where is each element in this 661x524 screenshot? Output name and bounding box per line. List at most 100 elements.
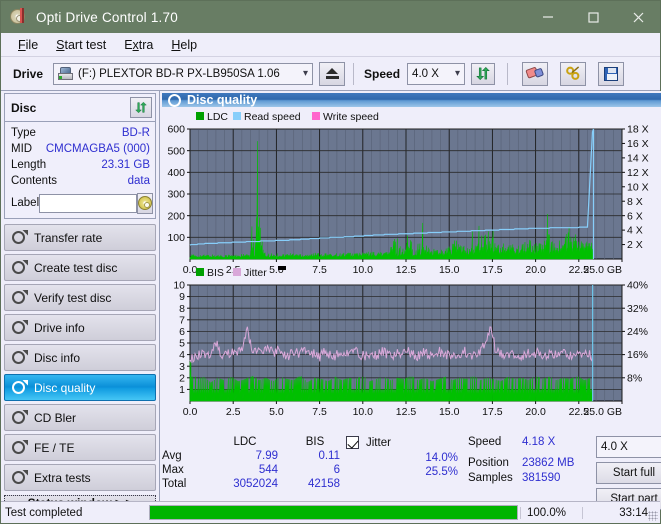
svg-text:15.0: 15.0 xyxy=(439,406,460,418)
sidebar-item-label: Verify test disc xyxy=(34,290,112,305)
eraser-icon xyxy=(524,64,545,82)
sidebar-item-drive-info[interactable]: Drive info xyxy=(4,314,156,341)
stats-area: LDC BIS Avg 7.99 0.11 Max 544 6 Total 30… xyxy=(162,432,661,510)
minimize-button[interactable] xyxy=(525,1,570,33)
disc-label-button[interactable] xyxy=(137,192,154,214)
svg-text:10 X: 10 X xyxy=(627,181,649,193)
refresh-button[interactable] xyxy=(471,62,496,85)
drive-select[interactable]: (F:) PLEXTOR BD-R PX-LB950SA 1.06 ▾ xyxy=(53,62,314,85)
panel-header: Disc quality xyxy=(162,93,661,107)
svg-text:8 X: 8 X xyxy=(627,196,643,208)
disc-row-key: Length xyxy=(11,159,47,171)
svg-text:16%: 16% xyxy=(627,349,648,361)
sidebar-item-label: Disc quality xyxy=(34,380,96,395)
close-button[interactable] xyxy=(615,1,660,33)
disc-test-icon xyxy=(11,469,28,486)
svg-text:12 X: 12 X xyxy=(627,167,649,179)
jitter-avg: 14.0% xyxy=(425,452,458,464)
sidebar-item-create-test-disc[interactable]: Create test disc xyxy=(4,254,156,281)
tools-button[interactable] xyxy=(560,61,587,86)
status-bar: Test completed 100.0% 33:14 xyxy=(1,501,660,523)
svg-text:0.0: 0.0 xyxy=(183,264,198,276)
test-speed-value: 4.0 X xyxy=(601,441,628,453)
jitter-max: 25.5% xyxy=(425,466,458,478)
sidebar-item-transfer-rate[interactable]: Transfer rate xyxy=(4,224,156,251)
disc-row-type: Type BD-R xyxy=(11,125,150,141)
disc-row-label: Label xyxy=(11,192,154,214)
erase-button[interactable] xyxy=(522,61,549,86)
speed-select[interactable]: 4.0 X ▾ xyxy=(407,62,466,85)
disc-panel-title: Disc xyxy=(11,100,37,115)
eject-button[interactable] xyxy=(319,61,346,86)
speed-value: 4.18 X xyxy=(522,436,556,448)
sidebar-item-extra-tests[interactable]: Extra tests xyxy=(4,464,156,491)
sidebar-item-label: CD Bler xyxy=(34,410,77,425)
svg-text:0.0: 0.0 xyxy=(183,406,198,418)
sidebar-item-disc-quality[interactable]: Disc quality xyxy=(4,374,156,401)
toolbar-separator xyxy=(353,62,355,85)
stats-header-bis: BIS xyxy=(305,436,325,448)
svg-text:8: 8 xyxy=(179,303,185,315)
svg-text:32%: 32% xyxy=(627,303,648,315)
samples-key: Samples xyxy=(468,472,513,484)
sidebar-item-label: Transfer rate xyxy=(34,230,103,245)
jitter-checkbox[interactable] xyxy=(346,436,359,449)
sidebar-item-verify-test-disc[interactable]: Verify test disc xyxy=(4,284,156,311)
drive-select-value: (F:) PLEXTOR BD-R PX-LB950SA 1.06 xyxy=(78,67,280,80)
jitter-label: Jitter xyxy=(366,436,391,449)
eject-icon xyxy=(325,68,339,79)
svg-text:18 X: 18 X xyxy=(627,124,649,136)
menu-item-help[interactable]: Help xyxy=(162,36,206,54)
disc-test-icon xyxy=(11,229,28,246)
sidebar-item-fe-te[interactable]: FE / TE xyxy=(4,434,156,461)
start-full-button[interactable]: Start full xyxy=(596,462,661,484)
save-button[interactable] xyxy=(598,61,625,86)
drive-label: Drive xyxy=(13,66,44,81)
chevron-down-icon: ▾ xyxy=(303,68,309,79)
svg-text:300: 300 xyxy=(167,189,185,201)
disc-row-value: CMCMAGBA5 (000) xyxy=(45,143,150,155)
svg-text:16 X: 16 X xyxy=(627,138,649,150)
svg-text:12.5: 12.5 xyxy=(396,406,417,418)
svg-text:4: 4 xyxy=(179,349,185,361)
disc-label-input[interactable] xyxy=(39,193,138,213)
svg-text:20.0: 20.0 xyxy=(525,264,546,276)
stats-row-label-total: Total xyxy=(162,478,187,490)
disc-test-icon xyxy=(11,289,28,306)
progress-bar xyxy=(149,505,518,520)
progress-percent: 100.0% xyxy=(520,506,582,519)
svg-text:Read speed: Read speed xyxy=(244,111,301,123)
menu-item-extra[interactable]: Extra xyxy=(115,36,162,54)
svg-text:BIS: BIS xyxy=(207,267,224,279)
svg-text:100: 100 xyxy=(167,232,185,244)
run-buttons: 4.0 X ▾ Start full Start part xyxy=(596,436,661,510)
sidebar-item-cd-bler[interactable]: CD Bler xyxy=(4,404,156,431)
speed-select-value: 4.0 X xyxy=(412,67,439,80)
charts-area: LDC Read speed Write speed 100 200 300 400 500 6… xyxy=(162,107,661,432)
cd-icon xyxy=(138,196,153,210)
sidebar-item-label: FE / TE xyxy=(34,440,75,455)
disc-row-value: data xyxy=(127,175,150,187)
disc-test-icon xyxy=(11,319,28,336)
main-body: Disc Type BD-R MID CMCMAGBA5 (000) Lengt… xyxy=(1,91,661,511)
maximize-button[interactable] xyxy=(570,1,615,33)
chevron-down-icon: ▾ xyxy=(654,442,661,453)
window-controls xyxy=(525,1,660,33)
stats-header-ldc: LDC xyxy=(233,436,257,448)
title-bar: Opti Drive Control 1.70 xyxy=(1,1,660,33)
resize-grip[interactable] xyxy=(648,511,658,521)
svg-text:600: 600 xyxy=(167,124,185,136)
menu-item-file[interactable]: FFileile xyxy=(9,36,47,54)
svg-text:8%: 8% xyxy=(627,372,642,384)
sidebar-item-disc-info[interactable]: Disc info xyxy=(4,344,156,371)
disc-panel-header: Disc xyxy=(5,94,155,122)
disc-row-value: 23.31 GB xyxy=(101,159,150,171)
svg-text:17.5: 17.5 xyxy=(482,406,503,418)
position-key: Position xyxy=(468,457,509,469)
menu-item-start-test[interactable]: Start test xyxy=(47,36,115,54)
refresh-icon xyxy=(135,101,147,114)
disc-refresh-button[interactable] xyxy=(130,97,152,118)
svg-text:200: 200 xyxy=(167,210,185,222)
test-speed-select[interactable]: 4.0 X ▾ xyxy=(596,436,661,458)
disc-rows: Type BD-R MID CMCMAGBA5 (000) Length 23.… xyxy=(5,122,155,218)
